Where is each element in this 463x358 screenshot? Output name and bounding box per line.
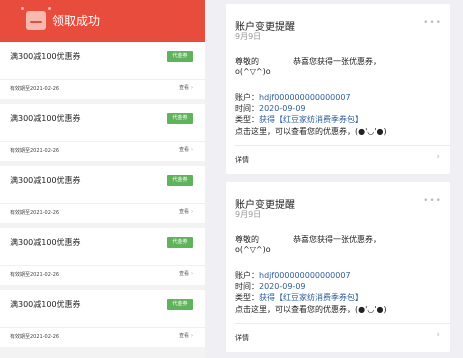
view-label: 查看 <box>178 209 189 215</box>
chevron-right-icon: › <box>436 152 440 162</box>
coupon-item[interactable]: 满300减100优惠券 代金券 有效期至2021-02-26 查看 › <box>0 166 205 223</box>
view-coupon-link[interactable]: 查看 › <box>179 146 193 153</box>
greeting-text: 尊敬的 恭喜您获得一张优惠券， <box>235 56 381 67</box>
coupon-icon <box>21 7 51 30</box>
greeting-prefix: 尊敬的 <box>235 57 259 66</box>
view-coupon-link[interactable]: 查看 › <box>179 84 193 91</box>
chevron-right-icon: › <box>191 147 193 153</box>
coupon-name: 满300减100优惠券 <box>10 114 81 123</box>
time-value: 2020-09-09 <box>259 282 306 291</box>
greeting-congrats: 恭喜您获得一张优惠券， <box>293 235 381 244</box>
coupon-expire: 有效期至2021-02-26 <box>10 210 60 216</box>
coupon-item[interactable]: 满300减100优惠券 代金券 有效期至2021-02-26 查看 › <box>0 42 205 99</box>
view-coupon-link[interactable]: 查看 › <box>179 208 193 215</box>
time-row: 时间：2020-09-09 <box>235 281 306 292</box>
type-value: 获得【红豆家纺消费季券包】 <box>259 115 363 124</box>
divider <box>0 265 205 266</box>
greeting-prefix: 尊敬的 <box>235 235 259 244</box>
card-date: 9月9日 <box>235 210 262 219</box>
view-label: 查看 <box>178 147 189 153</box>
notification-card[interactable]: 账户变更提醒 ••• 9月9日 尊敬的 恭喜您获得一张优惠券， o(^▽^)o 账… <box>226 4 450 174</box>
coupon-expire: 有效期至2021-02-26 <box>10 148 60 154</box>
account-label: 账户： <box>235 271 259 280</box>
header-title: 领取成功 <box>52 14 101 28</box>
divider <box>0 327 205 328</box>
divider <box>0 79 205 80</box>
coupon-type-badge: 代金券 <box>167 237 193 248</box>
coupon-type-badge: 代金券 <box>167 175 193 186</box>
coupon-name: 满300减100优惠券 <box>10 176 81 185</box>
account-value: hdjf000000000000007 <box>259 271 351 280</box>
card-date: 9月9日 <box>235 32 262 41</box>
divider <box>235 145 450 146</box>
view-coupon-tip[interactable]: 点击这里，可以查看您的优惠券，(●'◡'●) <box>235 304 387 315</box>
emoticon-text: o(^▽^)o <box>235 67 271 76</box>
time-label: 时间： <box>235 104 259 113</box>
divider <box>0 141 205 142</box>
more-options-icon[interactable]: ••• <box>423 18 442 28</box>
success-header: 领取成功 <box>0 0 205 42</box>
right-panel: 账户变更提醒 ••• 9月9日 尊敬的 恭喜您获得一张优惠券， o(^▽^)o 账… <box>213 0 463 358</box>
coupon-item[interactable]: 满300减100优惠券 代金券 有效期至2021-02-26 查看 › <box>0 290 205 347</box>
chevron-right-icon: › <box>436 330 440 340</box>
type-row: 类型：获得【红豆家纺消费季券包】 <box>235 114 363 125</box>
coupon-name: 满300减100优惠券 <box>10 52 81 61</box>
type-label: 类型： <box>235 115 259 124</box>
more-options-icon[interactable]: ••• <box>423 196 442 206</box>
chevron-right-icon: › <box>191 333 193 339</box>
coupon-expire: 有效期至2021-02-26 <box>10 334 60 340</box>
view-label: 查看 <box>178 333 189 339</box>
detail-link[interactable]: 详情 <box>235 333 249 343</box>
chevron-right-icon: › <box>191 209 193 215</box>
detail-link[interactable]: 详情 <box>235 155 249 165</box>
emoticon-text: o(^▽^)o <box>235 245 271 254</box>
coupon-name: 满300减100优惠券 <box>10 238 81 247</box>
view-coupon-tip[interactable]: 点击这里，可以查看您的优惠券，(●'◡'●) <box>235 126 387 137</box>
chevron-right-icon: › <box>191 85 193 91</box>
time-row: 时间：2020-09-09 <box>235 103 306 114</box>
coupon-type-badge: 代金券 <box>167 299 193 310</box>
coupon-type-badge: 代金券 <box>167 51 193 62</box>
notification-card[interactable]: 账户变更提醒 ••• 9月9日 尊敬的 恭喜您获得一张优惠券， o(^▽^)o 账… <box>226 182 450 352</box>
chevron-right-icon: › <box>191 271 193 277</box>
time-value: 2020-09-09 <box>259 104 306 113</box>
coupon-item[interactable]: 满300减100优惠券 代金券 有效期至2021-02-26 查看 › <box>0 228 205 285</box>
coupon-type-badge: 代金券 <box>167 113 193 124</box>
divider <box>0 203 205 204</box>
coupon-item[interactable]: 满300减100优惠券 代金券 有效期至2021-02-26 查看 › <box>0 104 205 161</box>
greeting-text: 尊敬的 恭喜您获得一张优惠券， <box>235 234 381 245</box>
type-label: 类型： <box>235 293 259 302</box>
time-label: 时间： <box>235 282 259 291</box>
type-value: 获得【红豆家纺消费季券包】 <box>259 293 363 302</box>
view-coupon-link[interactable]: 查看 › <box>179 332 193 339</box>
view-label: 查看 <box>178 271 189 277</box>
left-panel: 领取成功 满300减100优惠券 代金券 有效期至2021-02-26 查看 › … <box>0 0 205 358</box>
type-row: 类型：获得【红豆家纺消费季券包】 <box>235 292 363 303</box>
view-label: 查看 <box>178 85 189 91</box>
divider <box>235 323 450 324</box>
account-row: 账户：hdjf000000000000007 <box>235 92 351 103</box>
greeting-congrats: 恭喜您获得一张优惠券， <box>293 57 381 66</box>
coupon-name: 满300减100优惠券 <box>10 300 81 309</box>
account-row: 账户：hdjf000000000000007 <box>235 270 351 281</box>
coupon-expire: 有效期至2021-02-26 <box>10 272 60 278</box>
view-coupon-link[interactable]: 查看 › <box>179 270 193 277</box>
account-value: hdjf000000000000007 <box>259 93 351 102</box>
account-label: 账户： <box>235 93 259 102</box>
coupon-expire: 有效期至2021-02-26 <box>10 86 60 92</box>
